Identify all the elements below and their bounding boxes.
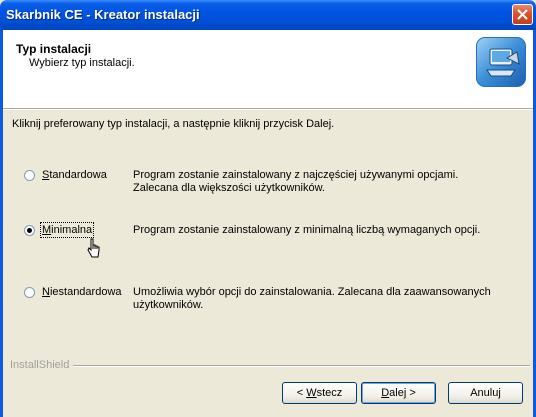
option-minimal-description: Program zostanie zainstalowany z minimal… <box>133 224 481 236</box>
back-button[interactable]: < Wstecz <box>282 382 357 404</box>
option-minimal-label[interactable]: Minimalna <box>39 222 95 238</box>
option-standard-description: Program zostanie zainstalowany z najczęś… <box>133 169 459 194</box>
hand-cursor-icon <box>87 238 100 258</box>
option-standard-label[interactable]: Standardowa <box>42 169 107 181</box>
header-subtitle: Wybierz typ instalacji. <box>29 57 135 69</box>
option-custom-description: Umożliwia wybór opcji do zainstalowania.… <box>133 286 491 311</box>
radio-custom[interactable] <box>24 287 35 298</box>
option-custom-label[interactable]: Niestandardowa <box>42 286 122 298</box>
title-bar[interactable]: Skarbnik CE - Kreator instalacji <box>0 0 536 30</box>
installer-computer-icon <box>476 37 526 87</box>
radio-minimal[interactable] <box>24 225 35 236</box>
header-title: Typ instalacji <box>16 42 92 56</box>
cancel-button[interactable]: Anuluj <box>448 382 523 404</box>
instruction-text: Kliknij preferowany typ instalacji, a na… <box>12 118 335 130</box>
radio-standard[interactable] <box>24 170 35 181</box>
next-button[interactable]: Dalej > <box>361 382 436 404</box>
close-icon <box>517 9 528 20</box>
wizard-header: Typ instalacji Wybierz typ instalacji. <box>3 30 533 108</box>
installshield-branding: InstallShield <box>10 359 74 371</box>
close-button[interactable] <box>512 4 533 25</box>
window-title: Skarbnik CE - Kreator instalacji <box>6 7 200 22</box>
